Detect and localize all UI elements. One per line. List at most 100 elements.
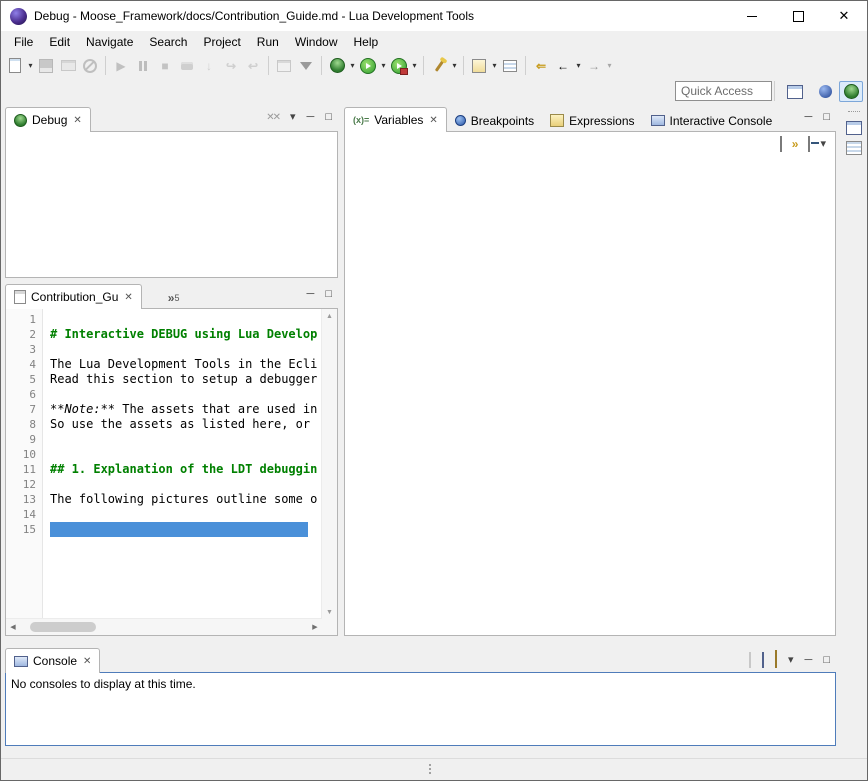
editor-line[interactable]: 3 [6, 342, 322, 357]
maximize-button[interactable] [775, 1, 821, 31]
minimized-view-icon[interactable] [846, 121, 862, 135]
scrollbar-thumb[interactable] [30, 622, 96, 632]
close-tab-icon[interactable]: ✕ [429, 115, 437, 126]
line-number[interactable]: 9 [6, 432, 42, 447]
debug-dropdown[interactable]: ▾ [348, 61, 357, 70]
last-edit-location-button[interactable]: ⇐ [530, 55, 552, 77]
new-button[interactable] [4, 55, 26, 77]
menu-navigate[interactable]: Navigate [78, 33, 141, 51]
menu-file[interactable]: File [6, 33, 41, 51]
close-tab-icon[interactable]: ✕ [83, 656, 91, 667]
launch-shortcut-dropdown[interactable]: ▾ [450, 61, 459, 70]
quick-access-box[interactable]: Quick Access [675, 81, 772, 101]
minimize-view-button[interactable]: ─ [307, 112, 315, 123]
minimize-view-button[interactable]: ─ [805, 655, 813, 666]
use-step-filters-button[interactable] [295, 55, 317, 77]
menu-project[interactable]: Project [195, 33, 248, 51]
close-button[interactable]: ✕ [821, 1, 867, 31]
pin-console-button[interactable] [749, 653, 751, 667]
resume-button[interactable]: ▶ [110, 55, 132, 77]
maximize-view-button[interactable]: □ [823, 655, 830, 666]
line-number[interactable]: 13 [6, 492, 42, 507]
variables-content[interactable] [344, 131, 836, 636]
run-dropdown[interactable]: ▾ [379, 61, 388, 70]
tab-contribution-guide[interactable]: Contribution_Gu ✕ [5, 284, 142, 309]
forward-button[interactable]: → [583, 55, 605, 77]
scroll-right-arrow[interactable]: ▶ [308, 619, 322, 635]
step-over-button[interactable]: ↪ [220, 55, 242, 77]
new-wizard-button[interactable] [468, 55, 490, 77]
print-button[interactable] [57, 55, 79, 77]
open-console-button[interactable] [775, 653, 777, 667]
maximize-view-button[interactable]: □ [325, 289, 332, 300]
line-number[interactable]: 5 [6, 372, 42, 387]
line-number[interactable]: 15 [6, 522, 42, 537]
close-tab-icon[interactable]: ✕ [124, 292, 132, 303]
open-console-dropdown[interactable]: ▾ [788, 655, 794, 666]
disconnect-button[interactable] [176, 55, 198, 77]
view-menu-icon[interactable]: ▾ [820, 139, 826, 150]
tab-expressions[interactable]: Expressions [542, 109, 642, 132]
forward-dropdown[interactable]: ▾ [605, 61, 614, 70]
show-logical-structures-button[interactable] [780, 137, 782, 151]
tab-debug[interactable]: Debug ✕ [5, 107, 91, 132]
editor-line[interactable]: 9 [6, 432, 322, 447]
back-button[interactable]: ← [552, 55, 574, 77]
editor-line[interactable]: 2# Interactive DEBUG using Lua Develop [6, 327, 322, 342]
hidden-tabs-chevron[interactable]: » 5 [168, 287, 180, 309]
line-number[interactable]: 14 [6, 507, 42, 522]
outline-view-icon[interactable] [846, 141, 862, 155]
new-wizard-dropdown[interactable]: ▾ [490, 61, 499, 70]
menu-help[interactable]: Help [346, 33, 387, 51]
ldt-perspective-button[interactable] [813, 81, 837, 102]
minimize-button[interactable] [729, 1, 775, 31]
editor-line[interactable]: 1 [6, 312, 322, 327]
editor-line[interactable]: 5Read this section to setup a debugger [6, 372, 322, 387]
show-columns-button[interactable]: » [792, 138, 799, 150]
scroll-up-arrow[interactable]: ▲ [322, 309, 337, 323]
debug-perspective-button[interactable] [839, 81, 863, 102]
debug-view-content[interactable] [5, 131, 338, 278]
suspend-button[interactable] [132, 55, 154, 77]
coverage-button[interactable] [499, 55, 521, 77]
close-tab-icon[interactable]: ✕ [73, 115, 81, 126]
display-selected-console-button[interactable] [762, 653, 764, 667]
console-content[interactable]: No consoles to display at this time. [5, 672, 836, 746]
tab-variables[interactable]: (x)= Variables ✕ [344, 107, 447, 132]
code-area[interactable]: 1 2# Interactive DEBUG using Lua Develop… [6, 312, 322, 619]
editor-line[interactable]: 7**Note:** The assets that are used in [6, 402, 322, 417]
line-number[interactable]: 10 [6, 447, 42, 462]
minimize-view-button[interactable]: ─ [805, 112, 813, 123]
terminate-button[interactable]: ■ [154, 55, 176, 77]
line-number[interactable]: 11 [6, 462, 42, 477]
view-menu-icon[interactable]: ▾ [290, 112, 296, 123]
scroll-down-arrow[interactable]: ▼ [322, 605, 337, 619]
vertical-scrollbar[interactable]: ▲ ▼ [321, 309, 337, 619]
menu-edit[interactable]: Edit [41, 33, 78, 51]
line-number[interactable]: 1 [6, 312, 42, 327]
line-number[interactable]: 6 [6, 387, 42, 402]
menu-run[interactable]: Run [249, 33, 287, 51]
line-number[interactable]: 2 [6, 327, 42, 342]
editor-line[interactable]: 8So use the assets as listed here, or [6, 417, 322, 432]
editor-line[interactable]: 14 [6, 507, 322, 522]
run-button[interactable] [357, 55, 379, 77]
menu-window[interactable]: Window [287, 33, 346, 51]
new-dropdown[interactable]: ▾ [26, 61, 35, 70]
tab-breakpoints[interactable]: Breakpoints [447, 109, 542, 132]
line-number[interactable]: 4 [6, 357, 42, 372]
remove-terminated-button[interactable]: ✕✕ [266, 112, 279, 123]
horizontal-scrollbar[interactable]: ◀ ▶ [6, 618, 322, 635]
maximize-view-button[interactable]: □ [823, 112, 830, 123]
menu-search[interactable]: Search [141, 33, 195, 51]
line-number[interactable]: 7 [6, 402, 42, 417]
external-tools-button[interactable] [388, 55, 410, 77]
editor-content[interactable]: 1 2# Interactive DEBUG using Lua Develop… [5, 308, 338, 636]
trim-drag-handle[interactable] [429, 762, 431, 776]
collapse-all-button[interactable] [808, 137, 810, 151]
scroll-left-arrow[interactable]: ◀ [6, 619, 20, 635]
maximize-view-button[interactable]: □ [325, 112, 332, 123]
tab-console[interactable]: Console ✕ [5, 648, 100, 673]
line-number[interactable]: 12 [6, 477, 42, 492]
editor-line[interactable]: 15 [6, 522, 322, 537]
